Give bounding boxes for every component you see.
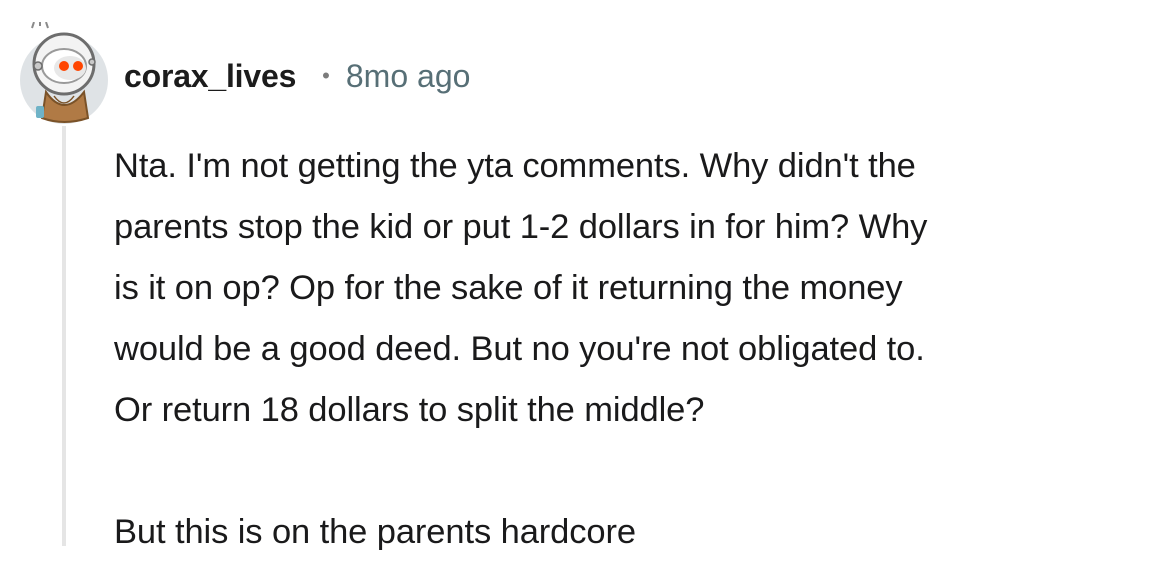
- comment-header: corax_lives • 8mo ago: [124, 54, 470, 98]
- comment-line: is it on op? Op for the sake of it retur…: [114, 269, 903, 307]
- separator-dot: •: [322, 63, 330, 88]
- thread-line[interactable]: [62, 126, 66, 546]
- comment: corax_lives • 8mo ago Nta. I'm not getti…: [0, 0, 1173, 551]
- avatar[interactable]: [18, 21, 110, 126]
- comment-line: parents stop the kid or put 1-2 dollars …: [114, 208, 928, 246]
- comment-line: Or return 18 dollars to split the middle…: [114, 391, 705, 429]
- snoo-astronaut-avatar-icon: [20, 21, 108, 124]
- comment-body: Nta. I'm not getting the yta comments. W…: [114, 136, 1169, 563]
- comment-last-paragraph: But this is on the parents hardcore: [114, 513, 636, 551]
- username-link[interactable]: corax_lives: [124, 58, 296, 95]
- comment-line: would be a good deed. But no you're not …: [114, 330, 925, 368]
- comment-line: Nta. I'm not getting the yta comments. W…: [114, 147, 916, 185]
- timestamp[interactable]: 8mo ago: [346, 58, 471, 95]
